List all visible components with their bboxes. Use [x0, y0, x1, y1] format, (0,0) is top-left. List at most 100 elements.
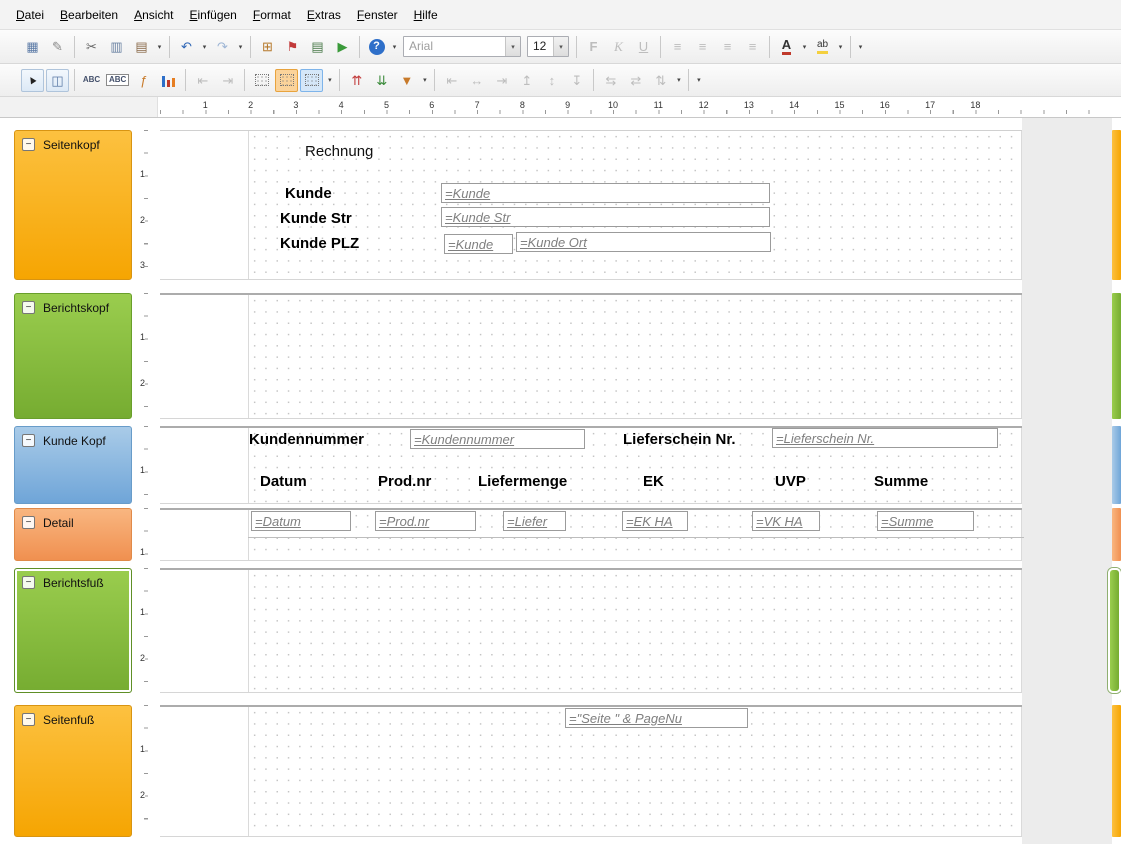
cut-button[interactable]: ✂	[80, 35, 103, 58]
collapse-icon[interactable]: −	[22, 301, 35, 314]
highlight-color-button[interactable]: ab	[811, 35, 834, 58]
select-report-tool[interactable]: ◫	[46, 69, 69, 92]
text-box-tool[interactable]: ABC	[105, 69, 130, 92]
prodnr-field[interactable]: =Prod.nr	[375, 511, 476, 531]
help-button[interactable]: ?	[365, 35, 388, 58]
section-header-detail[interactable]: − Detail	[14, 508, 132, 561]
menu-fenster[interactable]: Fenster	[349, 4, 406, 26]
lieferschein-field[interactable]: =Lieferschein Nr.	[772, 428, 998, 448]
toolbar1-more-arrow[interactable]: ▾	[855, 36, 866, 58]
toolbar2-more-arrow[interactable]: ▾	[693, 69, 704, 91]
kunde-ort-field[interactable]: =Kunde Ort	[516, 232, 771, 252]
section-header-seitenkopf[interactable]: − Seitenkopf	[14, 130, 132, 280]
canvas-seitenfuss[interactable]: ="Seite " & PageNu	[160, 705, 1022, 837]
collapse-icon[interactable]: −	[22, 516, 35, 529]
chart-tool[interactable]	[157, 69, 180, 92]
align-section-top-button[interactable]: ⇈	[345, 69, 368, 92]
section-header-seitenfuss[interactable]: − Seitenfuß	[14, 705, 132, 837]
conditional-formatting-button[interactable]: ⚑	[281, 35, 304, 58]
align-right-edges-button[interactable]: ⇥	[216, 69, 239, 92]
report-title-label[interactable]: Rechnung	[305, 143, 373, 160]
section-header-kunde-kopf[interactable]: − Kunde Kopf	[14, 426, 132, 504]
object-align-left-button[interactable]: ⇤	[440, 69, 463, 92]
kunde-label[interactable]: Kunde	[285, 185, 332, 202]
canvas-berichtskopf[interactable]	[160, 293, 1022, 419]
font-name-combo[interactable]: Arial▾	[403, 36, 521, 57]
font-size-combo-dropdown[interactable]: ▾	[553, 37, 568, 56]
object-center-vertical-button[interactable]: ↕	[540, 69, 563, 92]
object-align-top-button[interactable]: ↥	[515, 69, 538, 92]
align-center-button[interactable]: ≡	[691, 35, 714, 58]
ek-field[interactable]: =EK HA	[622, 511, 688, 531]
menu-datei[interactable]: Datei	[8, 4, 52, 26]
underline-button[interactable]: U	[632, 35, 655, 58]
sorting-and-grouping-button[interactable]: ⊞	[256, 35, 279, 58]
align-section-bottom-button[interactable]: ⇊	[370, 69, 393, 92]
label-field-tool[interactable]: ABC	[80, 69, 103, 92]
column-header-uvp[interactable]: UVP	[775, 473, 806, 490]
page-number-field[interactable]: ="Seite " & PageNu	[565, 708, 748, 728]
menu-extras[interactable]: Extras	[299, 4, 349, 26]
summe-field[interactable]: =Summe	[877, 511, 974, 531]
shrink-section-button[interactable]: ▼	[395, 69, 418, 92]
align-right-button[interactable]: ≡	[716, 35, 739, 58]
font-color-button[interactable]: A	[775, 35, 798, 58]
menu-format[interactable]: Format	[245, 4, 299, 26]
italic-button[interactable]: K	[607, 35, 630, 58]
column-header-prodnr[interactable]: Prod.nr	[378, 473, 431, 490]
snap-to-grid-button[interactable]	[275, 69, 298, 92]
column-header-liefermenge[interactable]: Liefermenge	[478, 473, 567, 490]
kunde-str-label[interactable]: Kunde Str	[280, 210, 352, 227]
align-left-button[interactable]: ≡	[666, 35, 689, 58]
edit-document-button[interactable]: ✎	[46, 35, 69, 58]
collapse-icon[interactable]: −	[22, 434, 35, 447]
collapse-icon[interactable]: −	[22, 576, 35, 589]
highlight-color-dropdown[interactable]: ▾	[835, 36, 846, 58]
menu-hilfe[interactable]: Hilfe	[406, 4, 446, 26]
toolbar1-overflow-arrow[interactable]: ▾	[389, 36, 400, 58]
menu-einfuegen[interactable]: Einfügen	[181, 4, 244, 26]
datum-field[interactable]: =Datum	[251, 511, 351, 531]
column-header-summe[interactable]: Summe	[874, 473, 928, 490]
collapse-icon[interactable]: −	[22, 713, 35, 726]
collapse-icon[interactable]: −	[22, 138, 35, 151]
menu-bearbeiten[interactable]: Bearbeiten	[52, 4, 126, 26]
vk-field[interactable]: =VK HA	[752, 511, 820, 531]
align-justify-button[interactable]: ≡	[741, 35, 764, 58]
helplines-while-moving-button[interactable]	[300, 69, 323, 92]
greatest-width-button[interactable]: ⇄	[624, 69, 647, 92]
lieferschein-label[interactable]: Lieferschein Nr.	[623, 431, 736, 448]
menu-ansicht[interactable]: Ansicht	[126, 4, 181, 26]
section-dropdown[interactable]: ▾	[419, 69, 430, 91]
kunde-plz-label[interactable]: Kunde PLZ	[280, 235, 359, 252]
object-align-right-button[interactable]: ⇥	[490, 69, 513, 92]
paste-dropdown[interactable]: ▾	[154, 36, 165, 58]
section-header-berichtsfuss[interactable]: − Berichtsfuß	[14, 568, 132, 693]
redo-button[interactable]: ↷	[211, 35, 234, 58]
canvas-seitenkopf[interactable]: Rechnung Kunde =Kunde Kunde Str =Kunde S…	[160, 130, 1022, 280]
canvas-detail[interactable]: =Datum =Prod.nr =Liefer =EK HA =VK HA =S…	[160, 508, 1022, 561]
smallest-height-button[interactable]: ⇅	[649, 69, 672, 92]
object-resizing-dropdown[interactable]: ▾	[673, 69, 684, 91]
kunde-plz-field[interactable]: =Kunde	[444, 234, 513, 254]
grid-visible-button[interactable]	[250, 69, 273, 92]
kunde-str-field[interactable]: =Kunde Str	[441, 207, 770, 227]
liefermenge-field[interactable]: =Liefer	[503, 511, 566, 531]
paste-button[interactable]: ▤	[130, 35, 153, 58]
bold-button[interactable]: F	[582, 35, 605, 58]
font-size-combo[interactable]: 12▾	[527, 36, 569, 57]
select-tool[interactable]: ▲	[21, 69, 44, 92]
column-header-ek[interactable]: EK	[643, 473, 664, 490]
canvas-kunde-kopf[interactable]: Kundennummer =Kundennummer Lieferschein …	[160, 426, 1022, 504]
formatted-field-tool[interactable]: ƒ	[132, 69, 155, 92]
save-button[interactable]: ▦	[21, 35, 44, 58]
canvas-berichtsfuss[interactable]	[160, 568, 1022, 693]
kundennummer-label[interactable]: Kundennummer	[249, 431, 364, 448]
font-color-dropdown[interactable]: ▾	[799, 36, 810, 58]
smallest-width-button[interactable]: ⇆	[599, 69, 622, 92]
kunde-field[interactable]: =Kunde	[441, 183, 770, 203]
grid-dropdown[interactable]: ▾	[324, 69, 335, 91]
align-left-edges-button[interactable]: ⇤	[191, 69, 214, 92]
font-name-combo-dropdown[interactable]: ▾	[505, 37, 520, 56]
redo-dropdown[interactable]: ▾	[235, 36, 246, 58]
